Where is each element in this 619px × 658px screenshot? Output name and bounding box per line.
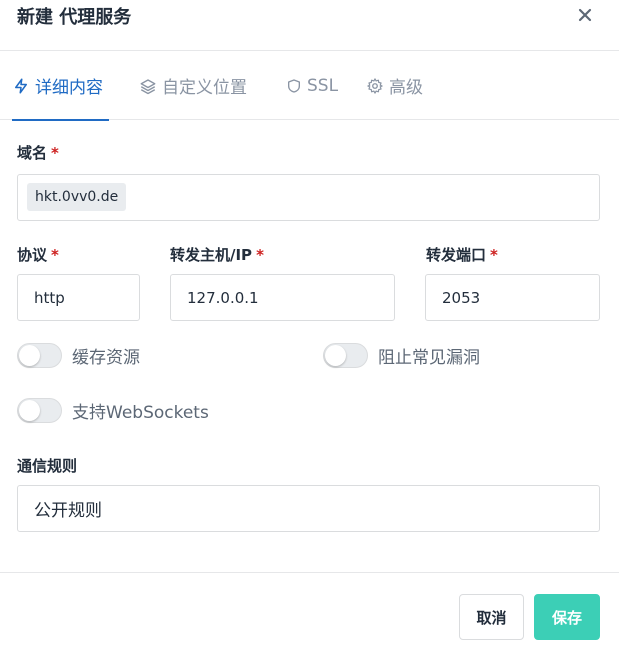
domain-chip[interactable]: hkt.0vv0.de xyxy=(27,183,127,211)
save-button[interactable]: 保存 xyxy=(534,594,600,640)
toggle-knob xyxy=(325,345,346,366)
toggle-knob xyxy=(19,345,40,366)
tab-advanced-label: 高级 xyxy=(389,78,423,98)
scheme-label-text: 协议 xyxy=(17,246,48,264)
forward-port-label: 转发端口 * xyxy=(426,244,498,265)
cancel-button[interactable]: 取消 xyxy=(459,594,524,640)
tab-advanced[interactable]: 高级 xyxy=(366,51,423,120)
layers-icon xyxy=(139,77,157,95)
block-exploits-label: 阻止常见漏洞 xyxy=(378,348,480,368)
tab-details[interactable]: 详细内容 xyxy=(12,51,109,121)
required-mark: * xyxy=(256,246,264,264)
domain-label-text: 域名 xyxy=(17,144,48,162)
forward-port-value: 2053 xyxy=(442,288,481,307)
lightning-icon xyxy=(12,77,30,95)
access-list-label: 通信规则 xyxy=(17,457,78,475)
required-mark: * xyxy=(51,246,59,264)
domain-label: 域名 * xyxy=(17,142,59,163)
tab-bar: 详细内容 自定义位置 SSL 高级 xyxy=(0,51,619,121)
forward-host-label-text: 转发主机/IP xyxy=(170,246,253,264)
cache-assets-toggle[interactable]: 缓存资源 xyxy=(17,343,140,368)
required-mark: * xyxy=(51,144,59,162)
websockets-toggle[interactable]: 支持WebSockets xyxy=(17,398,209,423)
dialog-title: 新建 代理服务 xyxy=(17,7,132,28)
scheme-select[interactable]: http xyxy=(17,274,140,321)
websockets-label: 支持WebSockets xyxy=(72,403,209,423)
forward-host-label: 转发主机/IP * xyxy=(170,244,264,265)
toggle-knob xyxy=(19,400,40,421)
domain-chip-text: hkt.0vv0.de xyxy=(35,189,119,205)
required-mark: * xyxy=(490,246,498,264)
tab-custom-locations[interactable]: 自定义位置 xyxy=(139,51,247,120)
forward-port-label-text: 转发端口 xyxy=(426,246,487,264)
dialog-header: 新建 代理服务 xyxy=(0,0,619,51)
tab-ssl-label: SSL xyxy=(307,75,339,96)
toggle-switch[interactable] xyxy=(17,398,62,423)
toggle-switch[interactable] xyxy=(17,343,62,368)
shield-icon xyxy=(286,77,302,95)
cache-assets-label: 缓存资源 xyxy=(72,348,140,368)
access-list-select[interactable]: 公开规则 xyxy=(17,485,600,532)
forward-host-input[interactable]: 127.0.0.1 xyxy=(170,274,395,321)
proxy-host-dialog: 新建 代理服务 详细内容 自定义位置 SSL 高级 域名 * hkt.0vv0.… xyxy=(0,0,619,658)
scheme-label: 协议 * xyxy=(17,244,59,265)
block-exploits-toggle[interactable]: 阻止常见漏洞 xyxy=(323,343,480,368)
access-list-value: 公开规则 xyxy=(34,501,102,521)
forward-port-input[interactable]: 2053 xyxy=(425,274,600,321)
tab-details-label: 详细内容 xyxy=(35,78,103,98)
close-icon[interactable] xyxy=(573,3,597,27)
dialog-footer: 取消 保存 xyxy=(0,572,619,658)
tab-custom-locations-label: 自定义位置 xyxy=(162,78,247,98)
forward-host-value: 127.0.0.1 xyxy=(187,288,259,307)
tab-ssl[interactable]: SSL xyxy=(286,51,338,120)
toggle-switch[interactable] xyxy=(323,343,368,368)
gear-icon xyxy=(366,77,384,95)
scheme-value: http xyxy=(34,288,65,307)
